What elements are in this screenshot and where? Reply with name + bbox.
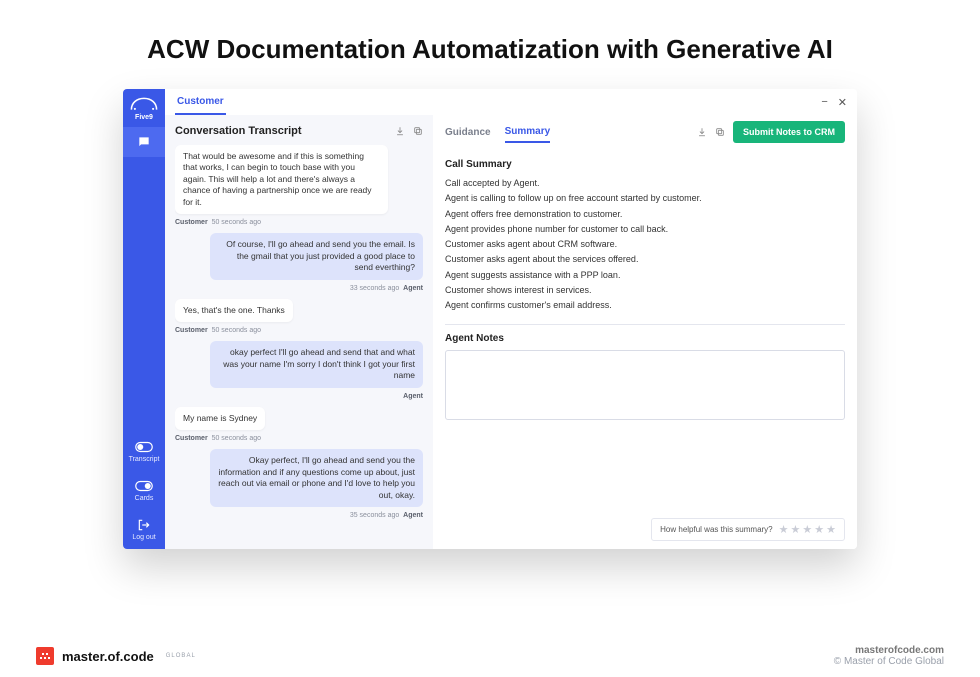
topbar: Customer − ✕ — [165, 89, 857, 115]
copy-icon[interactable] — [413, 126, 423, 136]
agent-notes-heading: Agent Notes — [445, 333, 845, 344]
download-icon[interactable] — [697, 127, 707, 137]
minimize-icon[interactable]: − — [821, 96, 827, 109]
tab-guidance[interactable]: Guidance — [445, 123, 491, 142]
summary-line: Customer asks agent about the services o… — [445, 252, 845, 267]
summary-line: Agent suggests assistance with a PPP loa… — [445, 268, 845, 283]
tab-customer[interactable]: Customer — [175, 90, 226, 115]
message-agent: okay perfect I'll go ahead and send that… — [210, 341, 423, 387]
chat-icon[interactable] — [123, 127, 165, 157]
summary-line: Customer asks agent about CRM software. — [445, 237, 845, 252]
app-window: Five9 Transcript Cards Log out Customer — [123, 89, 857, 549]
brand-sub: GLOBAL — [166, 653, 196, 659]
message-meta: Agent — [175, 393, 423, 400]
message-customer: My name is Sydney — [175, 407, 265, 430]
message-meta: 35 seconds ago Agent — [175, 512, 423, 519]
brand-logo-icon — [36, 647, 54, 665]
message-agent: Okay perfect, I'll go ahead and send you… — [210, 449, 423, 507]
download-icon[interactable] — [395, 126, 405, 136]
sidebar: Five9 Transcript Cards Log out — [123, 89, 165, 549]
star-icon[interactable]: ★ — [826, 523, 836, 536]
sidebar-cards-label: Cards — [135, 495, 154, 502]
footer-copyright: © Master of Code Global — [834, 656, 944, 667]
transcript-list: That would be awesome and if this is som… — [175, 145, 423, 539]
summary-panel: Guidance Summary Submit Notes to CRM Cal… — [433, 115, 857, 549]
summary-line: Agent provides phone number for customer… — [445, 222, 845, 237]
star-icon[interactable]: ★ — [802, 523, 812, 536]
sidebar-logout-label: Log out — [132, 534, 155, 541]
divider — [445, 324, 845, 325]
transcript-heading: Conversation Transcript — [175, 125, 302, 137]
page-title: ACW Documentation Automatization with Ge… — [0, 0, 980, 89]
summary-line: Agent offers free demonstration to custo… — [445, 207, 845, 222]
logo-text: Five9 — [123, 114, 165, 121]
page-footer: master.of.code GLOBAL masterofcode.com ©… — [0, 645, 980, 667]
agent-notes-input[interactable] — [445, 350, 845, 420]
message-meta: Customer 50 seconds ago — [175, 435, 423, 442]
submit-notes-button[interactable]: Submit Notes to CRM — [733, 121, 845, 143]
summary-line: Customer shows interest in services. — [445, 283, 845, 298]
brand-name: master.of.code — [62, 649, 154, 664]
sidebar-logout[interactable]: Log out — [123, 510, 165, 549]
copy-icon[interactable] — [715, 127, 725, 137]
footer-domain: masterofcode.com — [834, 645, 944, 656]
rating-bar: How helpful was this summary? ★ ★ ★ ★ ★ — [651, 518, 845, 541]
sidebar-transcript[interactable]: Transcript — [123, 432, 165, 471]
message-customer: That would be awesome and if this is som… — [175, 145, 388, 214]
message-meta: Customer 50 seconds ago — [175, 219, 423, 226]
close-icon[interactable]: ✕ — [838, 96, 847, 109]
sidebar-transcript-label: Transcript — [129, 456, 160, 463]
rating-question: How helpful was this summary? — [660, 525, 772, 534]
five9-logo: Five9 — [123, 89, 165, 127]
summary-line: Agent is calling to follow up on free ac… — [445, 191, 845, 206]
star-icon[interactable]: ★ — [791, 523, 801, 536]
sidebar-cards[interactable]: Cards — [123, 471, 165, 510]
summary-line: Call accepted by Agent. — [445, 176, 845, 191]
message-meta: 33 seconds ago Agent — [175, 285, 423, 292]
star-icon[interactable]: ★ — [814, 523, 824, 536]
call-summary-heading: Call Summary — [445, 159, 845, 170]
message-meta: Customer 50 seconds ago — [175, 327, 423, 334]
transcript-panel: Conversation Transcript That would be aw… — [165, 115, 433, 549]
summary-line: Agent confirms customer's email address. — [445, 298, 845, 313]
tab-summary[interactable]: Summary — [505, 122, 551, 143]
message-customer: Yes, that's the one. Thanks — [175, 299, 293, 322]
message-agent: Of course, I'll go ahead and send you th… — [210, 233, 423, 279]
star-icon[interactable]: ★ — [779, 523, 789, 536]
